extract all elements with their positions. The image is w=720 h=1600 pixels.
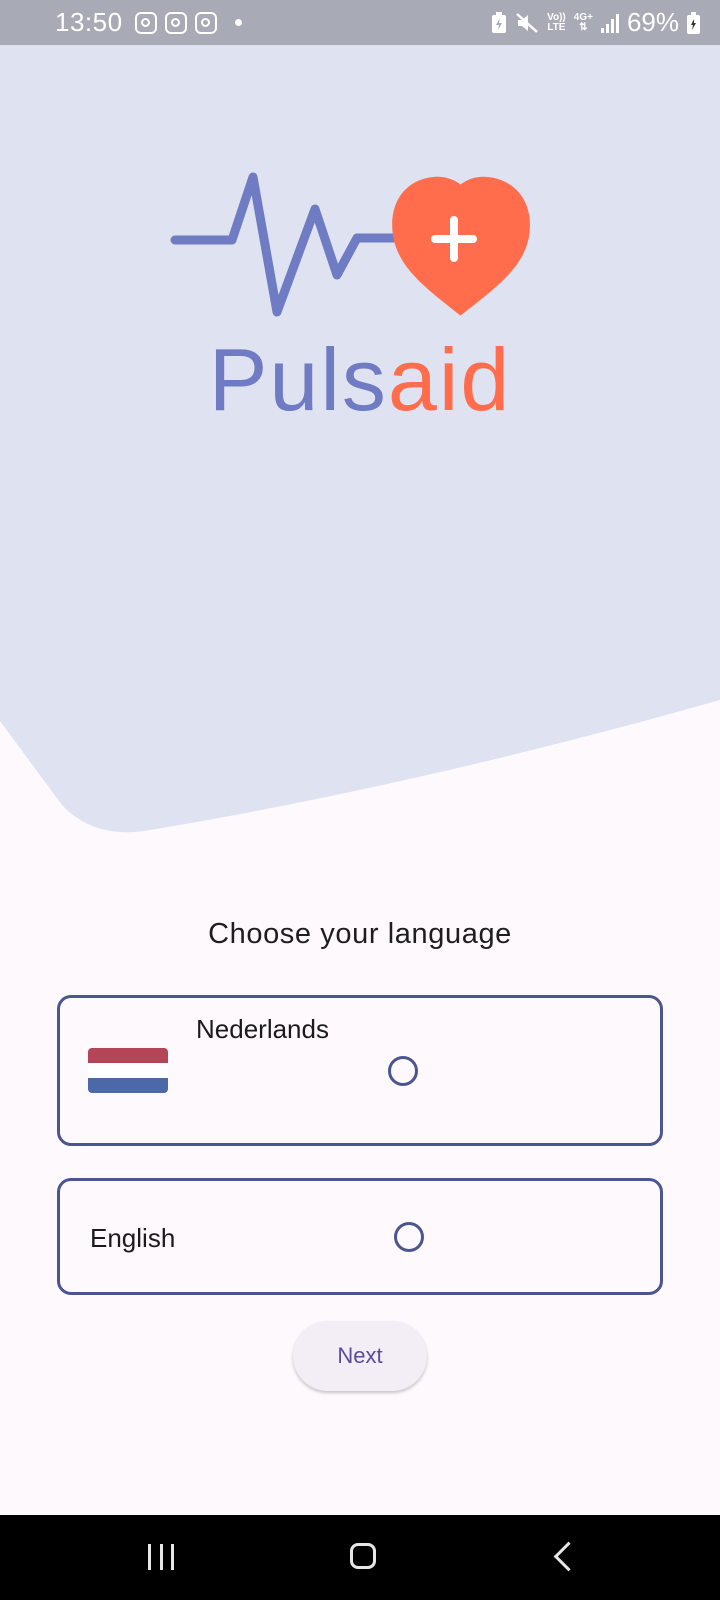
language-option-english[interactable]: English (57, 1178, 663, 1295)
system-icons: Vo)) LTE 4G+ ⇅ 69% (491, 7, 700, 38)
logo-text-puls: Puls (209, 330, 388, 429)
language-label-english: English (90, 1223, 176, 1253)
volte-icon: Vo)) LTE (547, 11, 566, 33)
mute-icon (516, 12, 538, 33)
instagram-icon (194, 11, 217, 34)
choose-language-title: Choose your language (208, 918, 512, 950)
status-time: 13:50 (55, 7, 123, 37)
notification-icons (134, 11, 242, 34)
language-option-nederlands[interactable]: Nederlands (57, 995, 663, 1146)
radio-english[interactable] (394, 1222, 424, 1252)
language-label-nederlands: Nederlands (196, 1014, 329, 1044)
home-icon[interactable] (350, 1543, 376, 1569)
4g-icon: 4G+ ⇅ (573, 11, 593, 33)
radio-nederlands[interactable] (388, 1056, 418, 1086)
next-button[interactable]: Next (293, 1321, 427, 1391)
battery-saver-icon (492, 11, 507, 33)
status-bar: 13:50 Vo)) LTE 4G+ ⇅ 69% (0, 0, 720, 45)
back-icon[interactable] (553, 1541, 584, 1572)
netherlands-flag-icon (88, 1048, 168, 1093)
battery-percentage: 69% (626, 7, 679, 37)
recent-apps-icon[interactable] (148, 1544, 174, 1570)
instagram-icon (134, 11, 157, 34)
logo-text-aid: aid (388, 330, 511, 429)
svg-text:Pulsaid: Pulsaid (209, 330, 512, 429)
instagram-icon (164, 11, 187, 34)
signal-icon (600, 13, 619, 33)
system-navigation-bar (0, 1515, 720, 1600)
pulsaid-logo: Pulsaid (170, 172, 530, 429)
notification-dot-icon (234, 19, 242, 26)
battery-icon (687, 11, 700, 34)
